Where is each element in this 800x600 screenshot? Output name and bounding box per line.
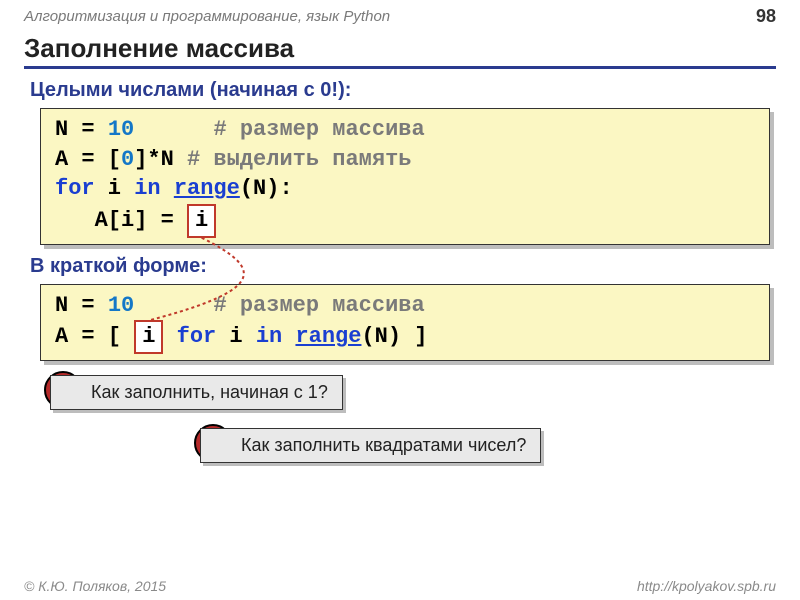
- code-number: 0: [121, 147, 134, 172]
- page-number: 98: [756, 6, 776, 27]
- slide-footer: © К.Ю. Поляков, 2015 http://kpolyakov.sp…: [0, 578, 800, 594]
- code-text: N =: [55, 117, 108, 142]
- code-keyword: for: [177, 324, 217, 349]
- code-text: (N) ]: [361, 324, 427, 349]
- code-block-2: N = 10 # размер массива A = [ i for i in…: [40, 284, 770, 361]
- code-comment: # выделить память: [187, 147, 411, 172]
- highlight-box-i: i: [134, 320, 163, 354]
- code-keyword: in: [256, 324, 282, 349]
- code-line: A = [0]*N # выделить память: [55, 145, 755, 175]
- slide-title: Заполнение массива: [24, 33, 776, 69]
- code-keyword: for: [55, 176, 95, 201]
- question-text: Как заполнить, начиная с 1?: [91, 382, 328, 402]
- section-label-1: Целыми числами (начиная с 0!):: [30, 79, 800, 102]
- code-text: [163, 324, 176, 349]
- code-text: [134, 117, 213, 142]
- slide-header: Алгоритмизация и программирование, язык …: [0, 0, 800, 29]
- code-function: range: [174, 176, 240, 201]
- code-line: A = [ i for i in range(N) ]: [55, 320, 755, 354]
- code-line: N = 10 # размер массива: [55, 291, 755, 321]
- highlight-box-i: i: [187, 204, 216, 238]
- question-box: Как заполнить, начиная с 1?: [50, 375, 343, 410]
- code-text: A = [: [55, 324, 134, 349]
- code-comment: # размер массива: [213, 117, 424, 142]
- course-name: Алгоритмизация и программирование, язык …: [24, 8, 390, 25]
- question-row-2: ? Как заполнить квадратами чисел?: [200, 428, 800, 463]
- code-text: [134, 293, 213, 318]
- code-block-1: N = 10 # размер массива A = [0]*N # выде…: [40, 108, 770, 245]
- code-text: ]*N: [134, 147, 187, 172]
- copyright: © К.Ю. Поляков, 2015: [24, 578, 166, 594]
- section-label-2: В краткой форме:: [30, 255, 800, 278]
- code-text: [161, 176, 174, 201]
- code-text: i: [216, 324, 256, 349]
- code-line: for i in range(N):: [55, 174, 755, 204]
- code-comment: # размер массива: [213, 293, 424, 318]
- code-text: N =: [55, 293, 108, 318]
- code-text: i: [95, 176, 135, 201]
- code-text: [282, 324, 295, 349]
- footer-url: http://kpolyakov.spb.ru: [637, 578, 776, 594]
- question-box: Как заполнить квадратами чисел?: [200, 428, 541, 463]
- question-row-1: ? Как заполнить, начиная с 1?: [50, 375, 800, 410]
- code-keyword: in: [134, 176, 160, 201]
- code-text: (N):: [240, 176, 293, 201]
- code-number: 10: [108, 293, 134, 318]
- code-number: 10: [108, 117, 134, 142]
- code-line: N = 10 # размер массива: [55, 115, 755, 145]
- code-line: A[i] = i: [55, 204, 755, 238]
- code-text: A[i] =: [55, 208, 187, 233]
- code-function: range: [295, 324, 361, 349]
- code-text: A = [: [55, 147, 121, 172]
- question-text: Как заполнить квадратами чисел?: [241, 435, 526, 455]
